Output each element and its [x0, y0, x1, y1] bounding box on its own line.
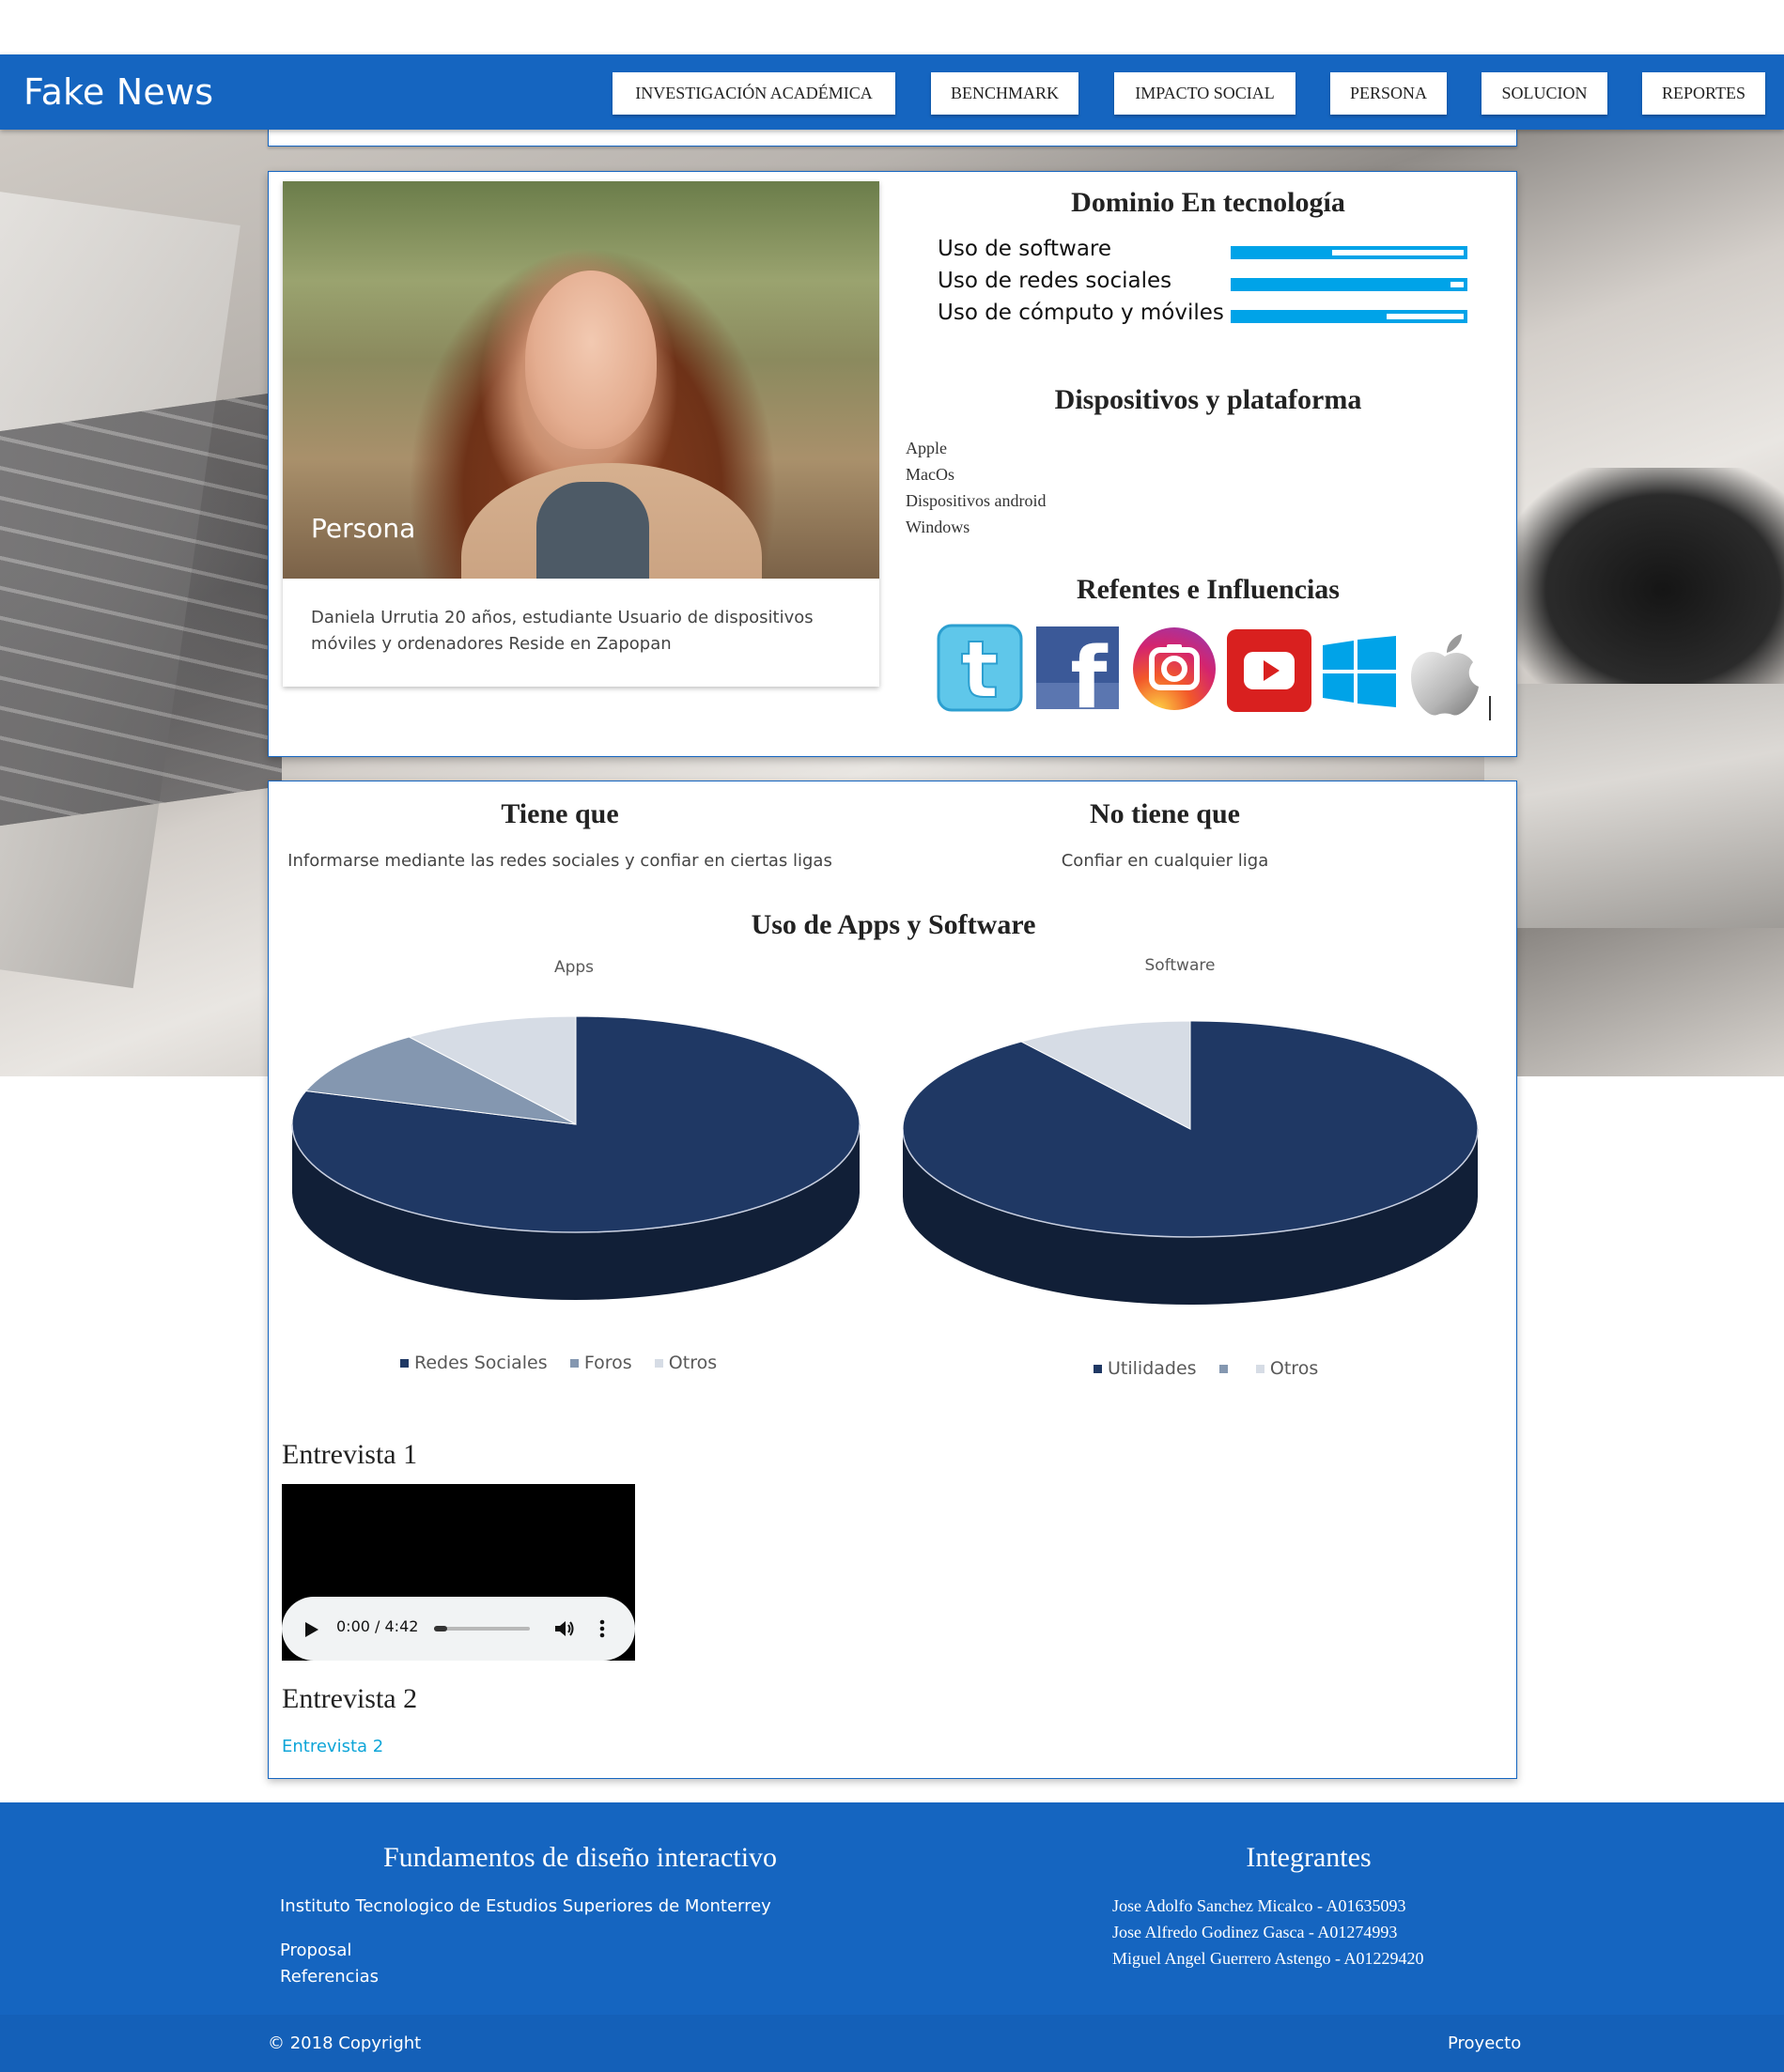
apps-legend: Redes Sociales Foros Otros: [400, 1353, 717, 1373]
legend-swatch: [569, 1359, 579, 1368]
audio-controls: 0:00 / 4:42: [282, 1597, 635, 1661]
footer-member: Jose Alfredo Godinez Gasca - A01274993: [1112, 1923, 1398, 1941]
copyright-text: © 2018 Copyright: [268, 2033, 422, 2053]
software-chart-title: Software: [1144, 956, 1216, 975]
svg-text:t: t: [961, 624, 999, 712]
legend-label: Otros: [668, 1353, 718, 1373]
interview-2-link[interactable]: Entrevista 2: [282, 1737, 383, 1756]
interview-1-title: Entrevista 1: [282, 1439, 418, 1470]
nav-solucion[interactable]: SOLUCION: [1481, 72, 1607, 115]
footer-link-proposal[interactable]: Proposal: [280, 1941, 351, 1960]
nav-impacto-social[interactable]: IMPACTO SOCIAL: [1114, 72, 1295, 115]
windows-icon: [1323, 636, 1396, 707]
more-options-icon[interactable]: [599, 1619, 605, 1638]
devices-title: Dispositivos y plataforma: [1054, 384, 1362, 415]
persona-photo: Persona: [283, 181, 879, 579]
no-tiene-que-title: No tiene que: [1090, 798, 1240, 829]
legend-swatch: [654, 1359, 663, 1368]
needs-section: Tiene que Informarse mediante las redes …: [268, 781, 1517, 1779]
facebook-icon: f: [1036, 626, 1119, 709]
legend-swatch: [1255, 1365, 1264, 1373]
device-item: MacOs: [906, 465, 954, 484]
persona-caption: Persona: [311, 513, 416, 544]
navbar: Fake News INVESTIGACIÓN ACADÉMICA BENCHM…: [0, 54, 1784, 130]
photo-shirt: [536, 482, 649, 579]
play-icon[interactable]: [304, 1621, 319, 1638]
tiene-que-text: Informarse mediante las redes sociales y…: [287, 851, 832, 871]
footer: Fundamentos de diseño interactivo Instit…: [0, 1802, 1784, 2015]
skill-label-software: Uso de software: [938, 237, 1112, 261]
skill-label-computo: Uso de cómputo y móviles: [938, 301, 1224, 325]
interview-2-title: Entrevista 2: [282, 1683, 418, 1714]
software-pie-chart: [903, 1020, 1479, 1305]
legend-label: Otros: [1269, 1358, 1319, 1379]
device-item: Dispositivos android: [906, 491, 1047, 510]
footer-link-referencias[interactable]: Referencias: [280, 1967, 379, 1987]
volume-icon[interactable]: [554, 1619, 575, 1638]
apple-icon: [1411, 634, 1479, 716]
legend-label: Redes Sociales: [414, 1353, 548, 1373]
skill-bar-redes: [1231, 278, 1467, 291]
photo-face: [525, 271, 657, 449]
nav-benchmark[interactable]: BENCHMARK: [931, 72, 1078, 115]
nav-reportes[interactable]: REPORTES: [1642, 72, 1765, 115]
footer-institution: Instituto Tecnologico de Estudios Superi…: [280, 1896, 771, 1916]
apps-chart-title: Apps: [553, 958, 595, 977]
footer-copyright-bar: © 2018 Copyright Proyecto: [0, 2015, 1784, 2072]
footer-member: Miguel Angel Guerrero Astengo - A0122942…: [1112, 1949, 1424, 1968]
skill-bar-computo: [1231, 310, 1467, 323]
no-tiene-que-text: Confiar en cualquier liga: [1061, 851, 1269, 871]
persona-section: Persona Daniela Urrutia 20 años, estudia…: [268, 171, 1517, 757]
nav-investigacion-academica[interactable]: INVESTIGACIÓN ACADÉMICA: [613, 72, 895, 115]
svg-text:f: f: [1070, 629, 1108, 709]
footer-member: Jose Adolfo Sanchez Micalco - A01635093: [1112, 1896, 1406, 1915]
laptop-side: [1484, 684, 1784, 928]
audio-seek-bar[interactable]: [434, 1626, 530, 1631]
audio-seek-thumb[interactable]: [434, 1626, 447, 1631]
brand-logo[interactable]: Fake News: [23, 71, 213, 113]
legend-swatch: [400, 1359, 409, 1368]
audio-time: 0:00 / 4:42: [336, 1617, 419, 1635]
footer-course-title: Fundamentos de diseño interactivo: [382, 1842, 778, 1873]
domain-title: Dominio En tecnología: [1071, 187, 1345, 218]
legend-label: Utilidades: [1108, 1358, 1197, 1379]
nav-persona[interactable]: PERSONA: [1330, 72, 1447, 115]
apps-pie-chart: [291, 1015, 861, 1300]
interview-1-audio-player[interactable]: 0:00 / 4:42: [282, 1484, 635, 1661]
tiene-que-title: Tiene que: [501, 798, 619, 829]
skill-label-redes: Uso de redes sociales: [938, 269, 1172, 293]
instagram-icon: [1133, 627, 1216, 710]
laptop-hinge-shadow: [1513, 468, 1784, 712]
legend-swatch: [1094, 1365, 1102, 1373]
footer-members-title: Integrantes: [1246, 1842, 1372, 1873]
device-item: Apple: [906, 439, 947, 457]
previous-section-card: [268, 130, 1517, 147]
legend-label: Foros: [583, 1353, 632, 1373]
influences-title: Refentes e Influencias: [1077, 574, 1340, 605]
legend-swatch: [1218, 1365, 1228, 1373]
software-legend: Utilidades Otros: [1094, 1358, 1318, 1379]
persona-card: Persona Daniela Urrutia 20 años, estudia…: [283, 181, 879, 687]
apps-software-title: Uso de Apps y Software: [751, 909, 1036, 940]
skill-bar-software: [1231, 246, 1467, 259]
device-item: Windows: [906, 518, 970, 536]
keyboard-keys: [0, 391, 282, 827]
youtube-icon: [1227, 629, 1311, 712]
persona-description: Daniela Urrutia 20 años, estudiante Usua…: [311, 608, 814, 654]
footer-project-link[interactable]: Proyecto: [1448, 2033, 1521, 2053]
twitter-icon: t: [937, 624, 1023, 712]
text-caret: [1489, 696, 1491, 720]
